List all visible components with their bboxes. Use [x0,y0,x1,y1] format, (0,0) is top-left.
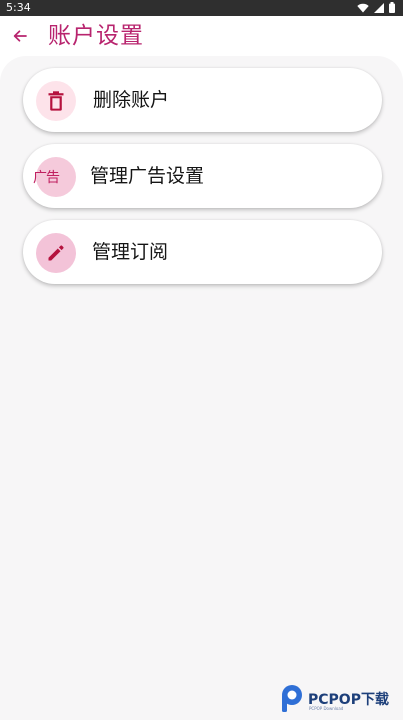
pencil-icon [48,245,64,261]
manage-ads-settings-label: 管理广告设置 [90,165,205,187]
wifi-icon [357,3,369,12]
status-icons [357,2,395,13]
pcpop-logo-icon [282,685,302,712]
delete-account-label: 删除账户 [93,89,170,111]
cellular-signal-icon [374,2,384,13]
manage-subscription-button[interactable]: 管理订阅 [23,220,382,284]
app-bar: 账户设置 [0,16,403,56]
status-bar: 5:34 [0,0,403,16]
status-time: 5:34 [6,1,31,14]
arrow-left-icon [13,30,27,42]
manage-subscription-label: 管理订阅 [92,241,169,263]
back-button[interactable] [8,24,32,48]
page-title: 账户设置 [48,23,144,49]
settings-list: 删除账户 广告 管理广告设置 管理订阅 [0,56,403,720]
watermark-tagline: PCPOP Download [309,706,344,711]
watermark: PCPOP下载 PCPOP Download [280,682,389,716]
delete-account-button[interactable]: 删除账户 [23,68,382,132]
manage-ads-settings-button[interactable]: 广告 管理广告设置 [23,144,382,208]
trash-icon [48,91,64,111]
delete-icon-badge [36,81,76,121]
edit-icon-badge [36,233,76,273]
battery-icon [389,2,395,13]
ads-icon-badge: 广告 [33,157,76,197]
ads-icon: 广告 [33,170,60,186]
